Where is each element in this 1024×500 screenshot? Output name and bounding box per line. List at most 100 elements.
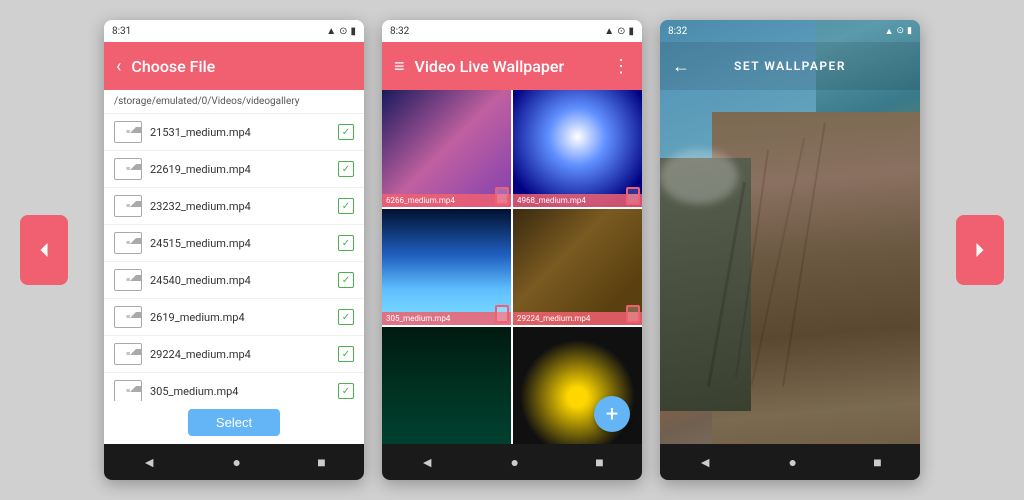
file-type-icon: ≡ [114,343,142,365]
file-checkbox[interactable] [338,124,354,140]
status-bar-2: 8:32 ▲ ⊙ ▮ [382,20,642,42]
file-type-icon: ≡ [114,195,142,217]
thumb-icon-4 [626,305,640,323]
file-item[interactable]: ≡ 21531_medium.mp4 [104,114,364,151]
thumb-label-4: 29224_medium.mp4 [513,312,642,325]
app-bar-1: ‹ Choose File [104,42,364,90]
gallery-grid: 6266_medium.mp4 4968_medium.mp4 305_medi… [382,90,642,444]
home-nav-3[interactable]: ● [788,454,796,471]
app-title-1: Choose File [131,57,352,76]
signal-icon-2: ▲ [604,26,614,37]
thumb-1[interactable]: 6266_medium.mp4 [382,90,511,207]
file-name: 29224_medium.mp4 [150,348,330,361]
back-nav-1[interactable]: ◄ [142,454,156,471]
file-name: 24540_medium.mp4 [150,274,330,287]
right-arrow[interactable] [956,215,1004,285]
recent-nav-3[interactable]: ■ [873,454,881,471]
file-list-container: /storage/emulated/0/Videos/videogallery … [104,90,364,401]
back-nav-2[interactable]: ◄ [420,454,434,471]
thumb-2[interactable]: 4968_medium.mp4 [513,90,642,207]
menu-btn[interactable]: ≡ [394,56,405,77]
status-icons-2: ▲ ⊙ ▮ [604,26,634,37]
home-nav-2[interactable]: ● [510,454,518,471]
file-type-icon: ≡ [114,269,142,291]
file-checkbox[interactable] [338,272,354,288]
thumb-label-3: 305_medium.mp4 [382,312,511,325]
file-name: 24515_medium.mp4 [150,237,330,250]
file-checkbox[interactable] [338,309,354,325]
nav-bar-1: ◄ ● ■ [104,444,364,480]
back-btn-1[interactable]: ‹ [116,56,121,77]
thumb-icon-3 [495,305,509,323]
file-path: /storage/emulated/0/Videos/videogallery [104,90,364,114]
file-checkbox[interactable] [338,346,354,362]
wallpaper-app-bar: ← SET WALLPAPER [660,42,920,90]
file-name: 23232_medium.mp4 [150,200,330,213]
home-nav-1[interactable]: ● [232,454,240,471]
more-btn[interactable]: ⋮ [612,56,630,77]
phone-wallpaper: 8:32 ▲ ⊙ ▮ ← SET WALLPAPER ◄ ● ■ [660,20,920,480]
thumb-icon-2 [626,187,640,205]
battery-icon-1: ▮ [350,26,356,37]
thumb-label-1: 6266_medium.mp4 [382,194,511,207]
file-item[interactable]: ≡ 29224_medium.mp4 [104,336,364,373]
file-list: ≡ 21531_medium.mp4 ≡ 22619_medium.mp4 ≡ 23232… [104,114,364,401]
nav-bar-3: ◄ ● ■ [660,444,920,480]
select-button[interactable]: Select [188,409,280,436]
select-btn-row: Select [104,401,364,444]
time-1: 8:31 [112,26,131,37]
wifi-icon-2: ⊙ [617,26,625,37]
status-icons-1: ▲ ⊙ ▮ [326,26,356,37]
signal-icon-3: ▲ [885,26,894,37]
thumb-5[interactable] [382,327,511,444]
file-checkbox[interactable] [338,383,354,399]
file-type-icon: ≡ [114,306,142,328]
time-2: 8:32 [390,26,409,37]
file-item[interactable]: ≡ 2619_medium.mp4 [104,299,364,336]
file-type-icon: ≡ [114,380,142,401]
time-3: 8:32 [668,26,687,37]
file-checkbox[interactable] [338,235,354,251]
left-arrow[interactable] [20,215,68,285]
file-checkbox[interactable] [338,198,354,214]
thumb-3[interactable]: 305_medium.mp4 [382,209,511,326]
fab-button[interactable]: + [594,396,630,432]
phone-gallery: 8:32 ▲ ⊙ ▮ ≡ Video Live Wallpaper ⋮ 6266… [382,20,642,480]
file-item[interactable]: ≡ 22619_medium.mp4 [104,151,364,188]
wave-1 [660,149,738,204]
back-nav-3[interactable]: ◄ [698,454,712,471]
wallpaper-title: SET WALLPAPER [698,59,882,73]
phone-file-chooser: 8:31 ▲ ⊙ ▮ ‹ Choose File /storage/emulat… [104,20,364,480]
file-name: 21531_medium.mp4 [150,126,330,139]
file-name: 22619_medium.mp4 [150,163,330,176]
thumb-label-2: 4968_medium.mp4 [513,194,642,207]
phones-container: 8:31 ▲ ⊙ ▮ ‹ Choose File /storage/emulat… [104,20,920,480]
status-bar-3: 8:32 ▲ ⊙ ▮ [660,20,920,42]
page-wrapper: 8:31 ▲ ⊙ ▮ ‹ Choose File /storage/emulat… [0,0,1024,500]
file-item[interactable]: ≡ 24515_medium.mp4 [104,225,364,262]
app-title-2: Video Live Wallpaper [415,57,602,76]
status-icons-3: ▲ ⊙ ▮ [885,26,912,37]
nav-bar-2: ◄ ● ■ [382,444,642,480]
file-type-icon: ≡ [114,121,142,143]
file-name: 2619_medium.mp4 [150,311,330,324]
recent-nav-2[interactable]: ■ [595,454,603,471]
thumb-icon-1 [495,187,509,205]
wifi-icon-1: ⊙ [339,26,347,37]
file-name: 305_medium.mp4 [150,385,330,398]
recent-nav-1[interactable]: ■ [317,454,325,471]
file-checkbox[interactable] [338,161,354,177]
file-item[interactable]: ≡ 24540_medium.mp4 [104,262,364,299]
file-type-icon: ≡ [114,158,142,180]
signal-icon-1: ▲ [326,26,336,37]
file-type-icon: ≡ [114,232,142,254]
wifi-icon-3: ⊙ [897,26,905,36]
file-item[interactable]: ≡ 23232_medium.mp4 [104,188,364,225]
thumb-4[interactable]: 29224_medium.mp4 [513,209,642,326]
file-item[interactable]: ≡ 305_medium.mp4 [104,373,364,401]
status-bar-1: 8:31 ▲ ⊙ ▮ [104,20,364,42]
battery-icon-3: ▮ [907,26,912,36]
battery-icon-2: ▮ [628,26,634,37]
app-bar-2: ≡ Video Live Wallpaper ⋮ [382,42,642,90]
back-btn-3[interactable]: ← [672,56,690,77]
